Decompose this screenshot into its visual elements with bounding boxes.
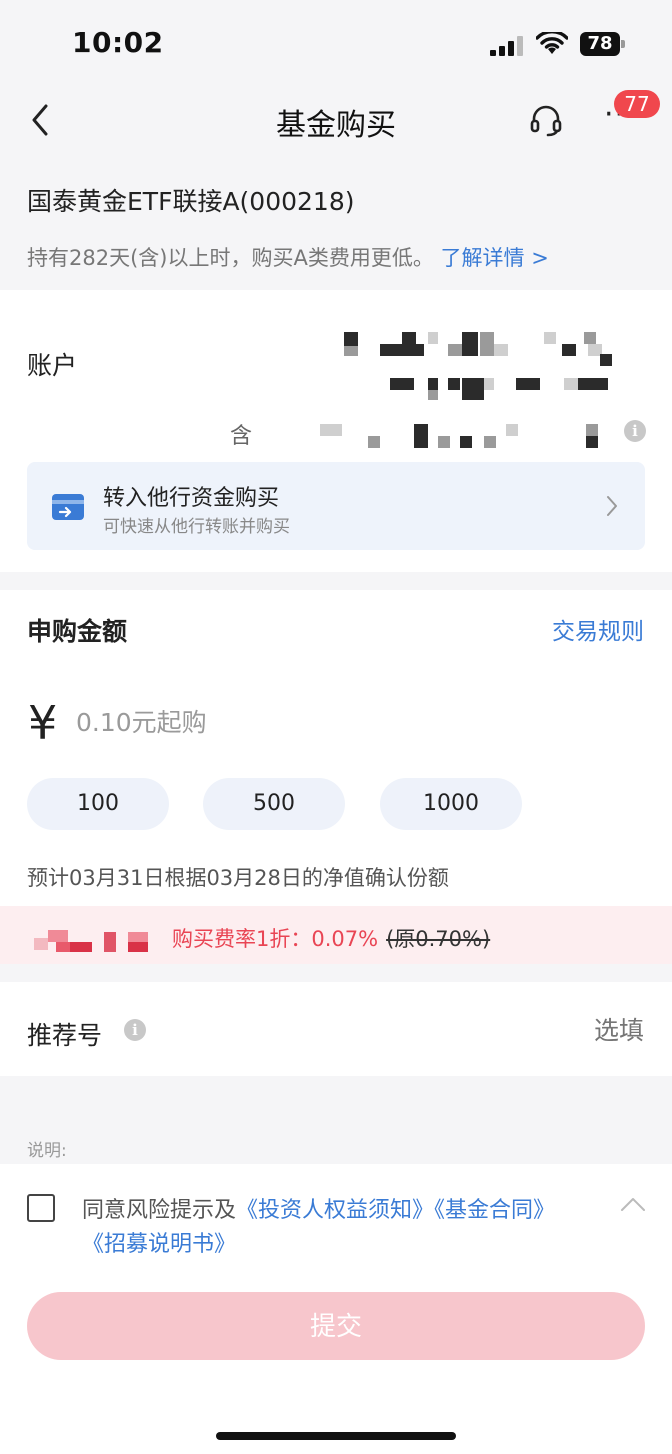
agreement-prefix: 同意风险提示及 xyxy=(82,1198,237,1223)
fee-discount-logo-masked xyxy=(0,906,160,964)
home-indicator xyxy=(216,1432,456,1440)
fund-name: 国泰黄金ETF联接A(000218) xyxy=(27,187,355,216)
fund-fee-tip-text: 持有282天(含)以上时，购买A类费用更低。 xyxy=(27,246,434,270)
quick-amount-1000[interactable]: 1000 xyxy=(380,778,522,830)
purchase-amount-input[interactable] xyxy=(76,702,616,742)
referral-info-icon[interactable]: i xyxy=(124,1019,146,1041)
customer-service-icon[interactable] xyxy=(528,102,564,138)
cellular-signal-icon xyxy=(490,36,524,56)
agreement-text: 同意风险提示及《投资人权益须知》《基金合同》 xyxy=(82,1192,555,1224)
wifi-icon xyxy=(536,32,568,54)
fund-fee-tip: 持有282天(含)以上时，购买A类费用更低。 了解详情 > xyxy=(27,242,549,272)
share-confirmation-note: 预计03月31日根据03月28日的净值确认份额 xyxy=(27,866,449,890)
fee-rate-discount: 购买费率1折：0.07% xyxy=(172,927,379,951)
referral-input[interactable] xyxy=(300,1010,644,1050)
quick-amount-100[interactable]: 100 xyxy=(27,778,169,830)
investor-rights-link[interactable]: 《投资人权益须知》 xyxy=(236,1198,434,1223)
agreement-checkbox[interactable] xyxy=(27,1194,55,1222)
explanation-label: 说明: xyxy=(27,1141,67,1161)
fee-rate-original: (原0.70%) xyxy=(386,927,491,951)
card-transfer-icon xyxy=(52,494,84,520)
transfer-subtitle: 可快速从他行转账并购买 xyxy=(103,517,290,537)
transfer-from-other-bank-button[interactable]: 转入他行资金购买 可快速从他行转账并购买 xyxy=(27,462,645,550)
fee-discount-bar: 购买费率1折：0.07% (原0.70%) xyxy=(0,906,672,964)
trading-rules-link[interactable]: 交易规则 xyxy=(552,612,644,646)
learn-more-link[interactable]: 了解详情 > xyxy=(441,246,549,270)
page-title: 基金购买 xyxy=(276,108,396,143)
fee-rate-text: 购买费率1折：0.07% (原0.70%) xyxy=(172,923,490,953)
status-time: 10:02 xyxy=(72,26,164,59)
account-card: 账户 含 i 转入他行资金购买 可快速从他行转账并购买 xyxy=(0,290,672,572)
prospectus-link[interactable]: 《招募说明书》 xyxy=(82,1226,236,1258)
submit-button[interactable]: 提交 xyxy=(27,1292,645,1360)
referral-label: 推荐号 xyxy=(27,1021,103,1050)
battery-icon: 78 xyxy=(580,32,626,56)
notification-badge: 77 xyxy=(614,90,660,118)
transfer-title: 转入他行资金购买 xyxy=(103,486,280,511)
chevron-up-icon[interactable] xyxy=(620,1196,646,1212)
account-info-masked[interactable] xyxy=(0,290,672,480)
currency-symbol: ¥ xyxy=(28,696,58,750)
info-icon[interactable]: i xyxy=(624,420,646,442)
account-hint-prefix: 含 xyxy=(230,424,253,449)
chevron-right-icon xyxy=(607,496,617,516)
quick-amount-500[interactable]: 500 xyxy=(203,778,345,830)
purchase-amount-title: 申购金额 xyxy=(27,617,128,646)
fund-contract-link[interactable]: 《基金合同》 xyxy=(434,1198,555,1223)
battery-level: 78 xyxy=(587,33,613,54)
